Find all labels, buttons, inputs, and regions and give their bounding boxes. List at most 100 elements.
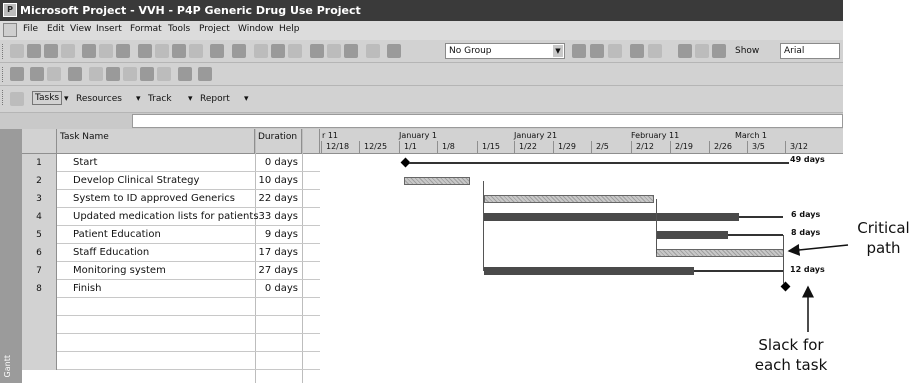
scroll-left-icon[interactable] [678,44,692,58]
duration-cell[interactable]: 33 days [255,208,302,226]
go-to-task-icon[interactable] [608,44,622,58]
duration-cell[interactable]: 9 days [255,226,302,244]
gantt-bar[interactable] [656,249,784,257]
cut-icon[interactable] [138,44,152,58]
indent-icon[interactable] [695,44,709,58]
add-progress-line-icon[interactable] [68,67,82,81]
duration-cell[interactable]: 17 days [255,244,302,262]
task-notes-icon[interactable] [327,44,341,58]
task-name-cell[interactable]: System to ID approved Generics [73,190,235,208]
duration-cell[interactable]: 27 days [255,262,302,280]
row-id[interactable]: 2 [22,172,57,190]
outdent-icon[interactable] [712,44,726,58]
gantt-bar-critical[interactable] [484,213,739,221]
copy-view-icon[interactable] [630,44,644,58]
gantt-bar-critical[interactable] [484,267,694,275]
duration-cell[interactable] [255,316,302,334]
chevron-down-icon[interactable]: ▾ [188,94,193,104]
duration-cell[interactable]: 10 days [255,172,302,190]
menu-project[interactable]: Project [199,24,230,34]
save-workspace-icon[interactable] [61,44,75,58]
collaborate-icon[interactable] [198,67,212,81]
document-icon[interactable] [3,23,17,37]
complete-0-icon[interactable] [89,67,103,81]
guide-toggle-icon[interactable] [10,92,24,106]
slack-bar[interactable] [728,234,783,236]
print-preview-icon[interactable] [99,44,113,58]
new-icon[interactable] [10,44,24,58]
print-icon[interactable] [82,44,96,58]
unlink-tasks-icon[interactable] [271,44,285,58]
guide-tasks[interactable]: Tasks [32,91,63,105]
complete-25-icon[interactable] [106,67,120,81]
table-row[interactable] [22,352,320,370]
font-select[interactable]: Arial [780,43,840,59]
duration-cell[interactable] [255,298,302,316]
slack-bar[interactable] [694,270,784,272]
update-as-scheduled-icon[interactable] [30,67,44,81]
table-row[interactable]: 7 Monitoring system 27 days [22,262,320,280]
chevron-down-icon[interactable]: ▾ [244,94,249,104]
table-row[interactable] [22,316,320,334]
complete-50-icon[interactable] [123,67,137,81]
row-id[interactable]: 7 [22,262,57,280]
table-row[interactable] [22,298,320,316]
spelling-icon[interactable] [116,44,130,58]
undo-icon[interactable] [210,44,224,58]
chevron-down-icon[interactable]: ▾ [136,94,141,104]
gantt-bar[interactable] [484,195,654,203]
link-tasks-icon[interactable] [254,44,268,58]
zoom-in-icon[interactable] [572,44,586,58]
table-row[interactable]: 6 Staff Education 17 days [22,244,320,262]
task-name-cell[interactable]: Updated medication lists for patients [73,208,259,226]
guide-report[interactable]: Report [200,94,230,104]
task-name-cell[interactable]: Patient Education [73,226,161,244]
zoom-out-icon[interactable] [590,44,604,58]
row-id[interactable]: 8 [22,280,57,298]
table-row[interactable] [22,334,320,352]
row-id[interactable] [22,316,57,334]
task-name-cell[interactable]: Develop Clinical Strategy [73,172,199,190]
table-row[interactable]: 2 Develop Clinical Strategy 10 days [22,172,320,190]
duration-cell[interactable]: 0 days [255,280,302,298]
guide-track[interactable]: Track [148,94,172,104]
task-name-cell[interactable]: Staff Education [73,244,149,262]
slack-bar[interactable] [409,162,789,164]
menu-insert[interactable]: Insert [96,24,122,34]
row-id[interactable]: 1 [22,154,57,172]
menu-file[interactable]: File [23,24,38,34]
task-name-header[interactable]: Task Name [57,129,255,154]
duration-cell[interactable] [255,352,302,370]
complete-75-icon[interactable] [140,67,154,81]
row-id[interactable] [22,334,57,352]
table-row[interactable]: 8 Finish 0 days [22,280,320,298]
duration-cell[interactable]: 22 days [255,190,302,208]
row-id[interactable] [22,298,57,316]
help-icon[interactable] [648,44,662,58]
task-info-icon[interactable] [310,44,324,58]
update-tasks-icon[interactable] [178,67,192,81]
format-painter-icon[interactable] [189,44,203,58]
row-id[interactable]: 6 [22,244,57,262]
task-name-cell[interactable]: Finish [73,280,101,298]
entry-field[interactable] [132,114,843,128]
group-select[interactable]: No Group ▼ [445,43,565,59]
reschedule-work-icon[interactable] [47,67,61,81]
duration-cell[interactable] [255,334,302,352]
table-row[interactable]: 5 Patient Education 9 days [22,226,320,244]
task-name-cell[interactable]: Monitoring system [73,262,166,280]
view-bar[interactable]: Gantt [0,129,22,383]
gantt-bar[interactable] [404,177,470,185]
row-id[interactable]: 3 [22,190,57,208]
row-id[interactable]: 4 [22,208,57,226]
menu-format[interactable]: Format [130,24,162,34]
menu-tools[interactable]: Tools [168,24,190,34]
menu-window[interactable]: Window [238,24,274,34]
menu-help[interactable]: Help [279,24,300,34]
copy-picture-icon[interactable] [387,44,401,58]
save-icon[interactable] [44,44,58,58]
split-task-icon[interactable] [288,44,302,58]
guide-resources[interactable]: Resources [76,94,122,104]
gantt-bar-critical[interactable] [656,231,728,239]
chevron-down-icon[interactable]: ▾ [64,94,69,104]
